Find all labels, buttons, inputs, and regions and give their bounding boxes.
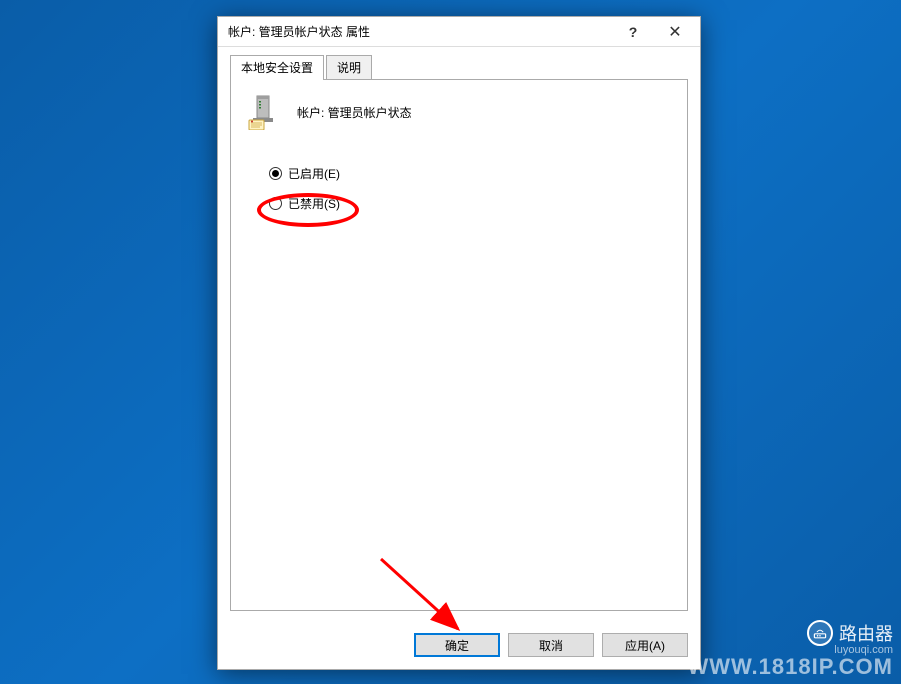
tab-description[interactable]: 说明 [326, 55, 372, 79]
titlebar: 帐户: 管理员帐户状态 属性 ? ✕ [218, 17, 700, 47]
tab-panel-local-security: 帐户: 管理员帐户状态 已启用(E) 已禁用(S) [230, 80, 688, 611]
button-bar: 确定 取消 应用(A) [218, 623, 700, 669]
server-policy-icon [247, 94, 283, 130]
radio-group: 已启用(E) 已禁用(S) [269, 164, 671, 212]
router-icon [807, 620, 833, 646]
dialog-content: 本地安全设置 说明 帐 [218, 47, 700, 623]
tab-label: 说明 [337, 61, 361, 75]
tab-strip: 本地安全设置 说明 [230, 57, 688, 80]
button-label: 取消 [539, 637, 563, 654]
radio-disabled[interactable] [269, 197, 282, 210]
help-icon: ? [629, 24, 638, 40]
properties-dialog: 帐户: 管理员帐户状态 属性 ? ✕ 本地安全设置 说明 [217, 16, 701, 670]
radio-row-enabled: 已启用(E) [269, 164, 671, 182]
close-icon: ✕ [668, 22, 681, 42]
apply-button[interactable]: 应用(A) [602, 633, 688, 657]
close-button[interactable]: ✕ [654, 18, 696, 46]
policy-title: 帐户: 管理员帐户状态 [297, 104, 412, 121]
policy-header: 帐户: 管理员帐户状态 [247, 94, 671, 130]
radio-row-disabled: 已禁用(S) [269, 194, 671, 212]
button-label: 应用(A) [625, 637, 665, 654]
radio-enabled-label: 已启用(E) [288, 165, 340, 182]
ok-button[interactable]: 确定 [414, 633, 500, 657]
button-label: 确定 [445, 637, 469, 654]
radio-disabled-label: 已禁用(S) [288, 195, 340, 212]
radio-enabled[interactable] [269, 167, 282, 180]
watermark-brand: 路由器 [839, 620, 893, 646]
watermark: 路由器 luyouqi.com WWW.1818IP.COM [687, 620, 893, 680]
tab-local-security[interactable]: 本地安全设置 [230, 55, 324, 80]
tab-label: 本地安全设置 [241, 61, 313, 75]
watermark-url: WWW.1818IP.COM [687, 654, 893, 680]
cancel-button[interactable]: 取消 [508, 633, 594, 657]
watermark-sub: luyouqi.com [687, 644, 893, 656]
window-title: 帐户: 管理员帐户状态 属性 [228, 23, 612, 40]
help-button[interactable]: ? [612, 18, 654, 46]
